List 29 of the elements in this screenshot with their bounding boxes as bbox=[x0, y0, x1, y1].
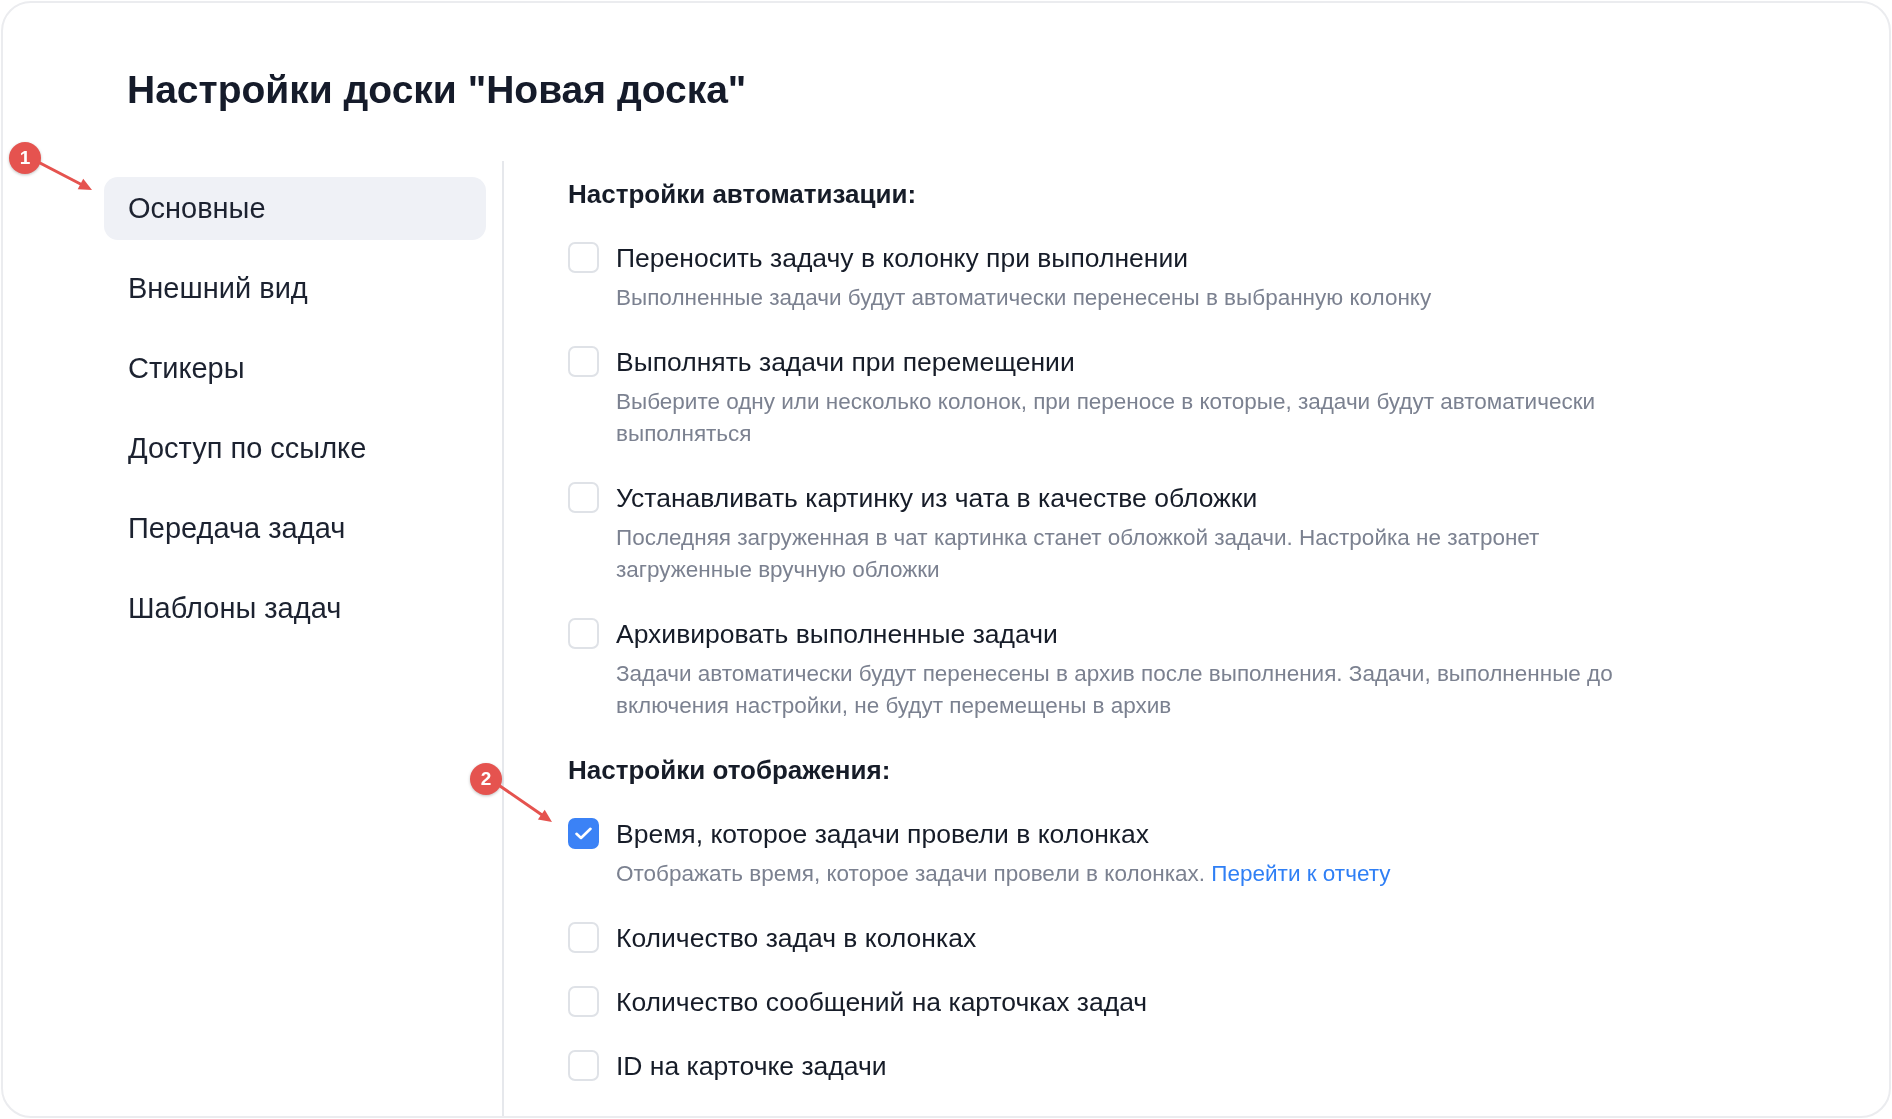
sidebar-item[interactable]: Доступ по ссылке bbox=[104, 417, 486, 480]
sidebar-item[interactable]: Стикеры bbox=[104, 337, 486, 400]
option-description: Задачи автоматически будут перенесены в архив после выполнения. Задачи, выполненные до включения настройки, не будут перемещены в архив bbox=[616, 660, 1614, 720]
option-label: ID на карточке задачи bbox=[616, 1050, 887, 1082]
option-label: Архивировать выполненные задачи bbox=[616, 618, 1059, 650]
step-marker: 1 bbox=[9, 142, 41, 174]
checkmark-icon bbox=[575, 827, 592, 840]
arrow-icon bbox=[37, 161, 93, 191]
option-label: Количество сообщений на карточках задач bbox=[616, 986, 1148, 1018]
step-marker: 2 bbox=[470, 763, 502, 795]
section-heading: Настройки отображения: bbox=[568, 754, 892, 786]
option-label: Устанавливать картинку из чата в качестве обложки bbox=[616, 482, 1259, 514]
option-description: Последняя загруженная в чат картинка станет обложкой задачи. Настройка не затронет загруженные вручную обложки bbox=[616, 524, 1541, 584]
sidebar-item[interactable]: Внешний вид bbox=[104, 257, 486, 320]
option-label: Время, которое задачи провели в колонках bbox=[616, 818, 1150, 850]
option-label: Количество задач в колонках bbox=[616, 922, 977, 954]
sidebar-item[interactable]: Основные bbox=[104, 177, 486, 240]
option-description: Выберите одну или несколько колонок, при переносе в которые, задачи будут автоматически выполняться bbox=[616, 388, 1597, 448]
sidebar-item[interactable]: Передача задач bbox=[104, 497, 486, 560]
page-title: Настройки доски "Новая доска" bbox=[126, 67, 748, 113]
arrow-icon bbox=[499, 785, 553, 823]
report-link[interactable]: Перейти к отчету bbox=[1211, 861, 1391, 886]
option-description: Отображать время, которое задачи провели в колонках. Перейти к отчету bbox=[616, 860, 1391, 888]
option-description: Выполненные задачи будут автоматически перенесены в выбранную колонку bbox=[616, 284, 1432, 312]
sidebar-item[interactable]: Шаблоны задач bbox=[104, 577, 486, 640]
checkbox[interactable] bbox=[568, 818, 599, 849]
option-label: Переносить задачу в колонку при выполнении bbox=[616, 242, 1189, 274]
option-label: Выполнять задачи при перемещении bbox=[616, 346, 1076, 378]
section-heading: Настройки автоматизации: bbox=[568, 178, 918, 210]
